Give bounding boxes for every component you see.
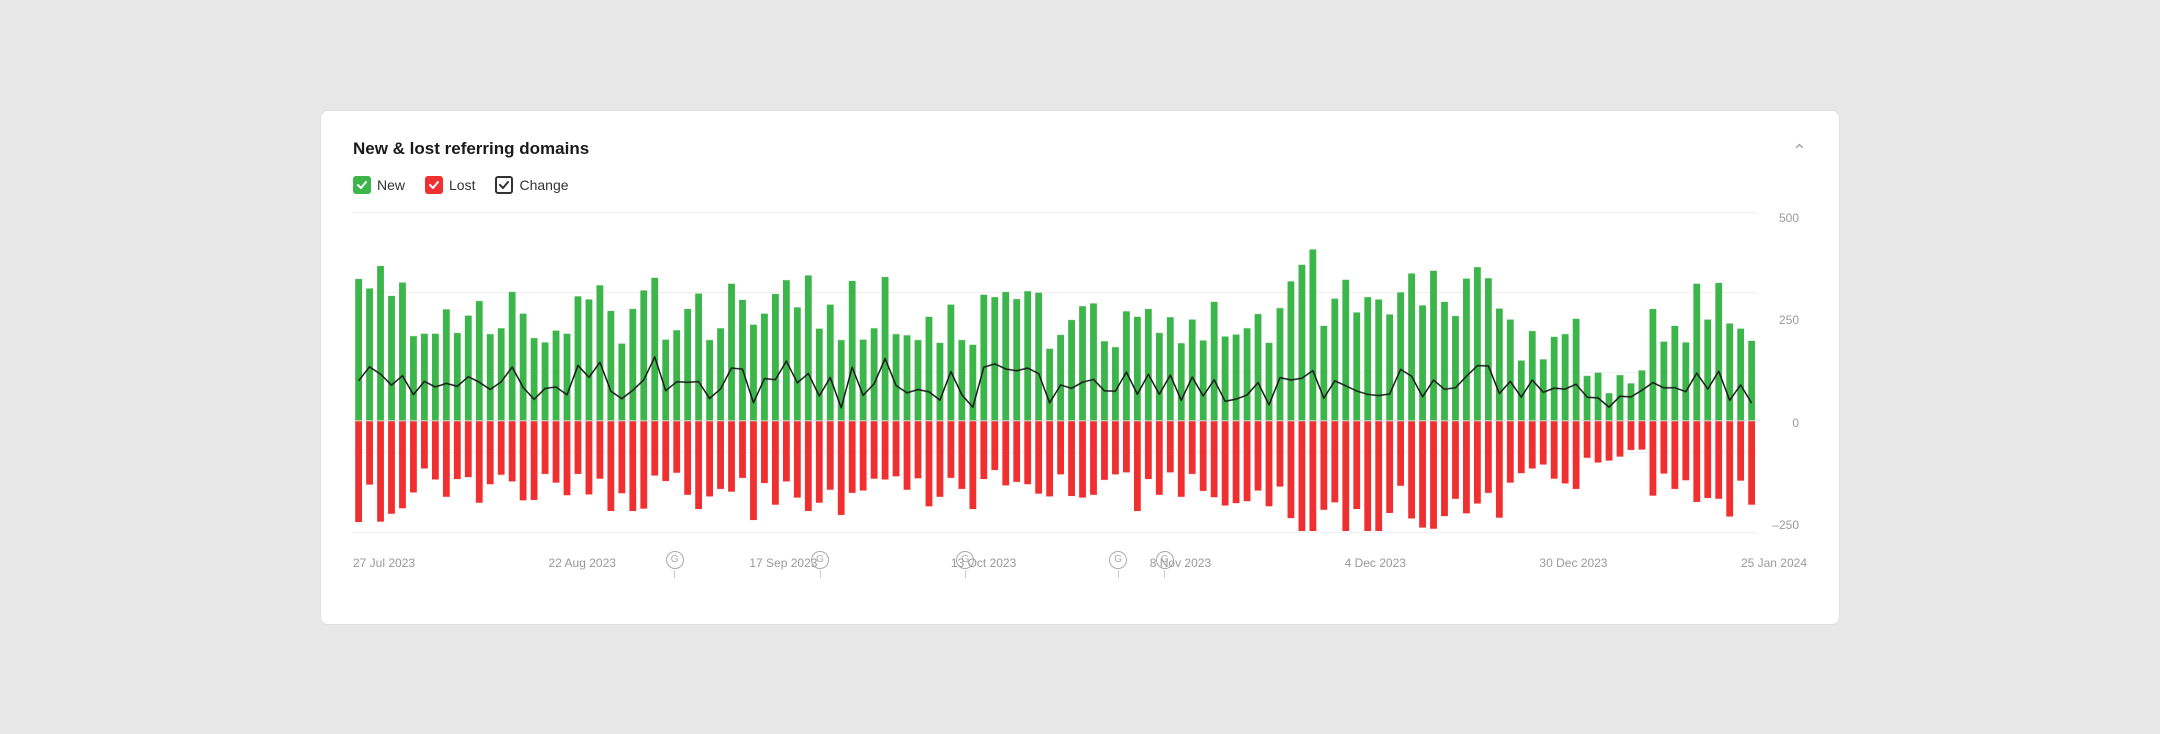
g-line-3 xyxy=(965,570,966,578)
legend-label-lost: Lost xyxy=(449,177,475,193)
x-label-3: 17 Sep 2023 xyxy=(749,556,817,570)
y-label-neg250: –250 xyxy=(1757,519,1807,531)
legend-checkbox-new xyxy=(353,176,371,194)
chart-container: 500 250 0 –250 xyxy=(353,212,1807,552)
x-axis: 27 Jul 2023 22 Aug 2023 17 Sep 2023 13 O… xyxy=(353,552,1807,570)
legend: New Lost Change xyxy=(353,176,1807,194)
y-label-250: 250 xyxy=(1757,314,1807,326)
legend-item-new[interactable]: New xyxy=(353,176,405,194)
g-line-1 xyxy=(674,570,675,578)
chart-inner xyxy=(353,212,1757,552)
legend-checkbox-lost xyxy=(425,176,443,194)
x-label-7: 30 Dec 2023 xyxy=(1539,556,1607,570)
legend-label-new: New xyxy=(377,177,405,193)
legend-item-change[interactable]: Change xyxy=(495,176,568,194)
g-line-2 xyxy=(820,570,821,578)
x-label-4: 13 Oct 2023 xyxy=(951,556,1016,570)
legend-item-lost[interactable]: Lost xyxy=(425,176,475,194)
x-label-6: 4 Dec 2023 xyxy=(1345,556,1406,570)
y-axis: 500 250 0 –250 xyxy=(1757,212,1807,552)
chart-canvas xyxy=(353,212,1757,532)
y-label-0: 0 xyxy=(1757,417,1807,429)
x-axis-wrapper: G G G G G 27 Jul 2023 22 Aug 2023 xyxy=(353,552,1807,600)
x-label-1: 27 Jul 2023 xyxy=(353,556,415,570)
x-label-2: 22 Aug 2023 xyxy=(549,556,616,570)
g-line-4 xyxy=(1118,570,1119,578)
legend-label-change: Change xyxy=(519,177,568,193)
collapse-icon[interactable]: ⌃ xyxy=(1792,141,1807,162)
legend-checkbox-change xyxy=(495,176,513,194)
y-label-500: 500 xyxy=(1757,212,1807,224)
chart-area: 500 250 0 –250 G G G G xyxy=(353,212,1807,600)
x-label-8: 25 Jan 2024 xyxy=(1741,556,1807,570)
card-header: New & lost referring domains ⌃ xyxy=(353,139,1807,162)
x-label-5: 8 Nov 2023 xyxy=(1150,556,1211,570)
card-title: New & lost referring domains xyxy=(353,139,589,159)
chart-card: New & lost referring domains ⌃ New Lost … xyxy=(320,110,1840,625)
g-line-5 xyxy=(1164,570,1165,578)
